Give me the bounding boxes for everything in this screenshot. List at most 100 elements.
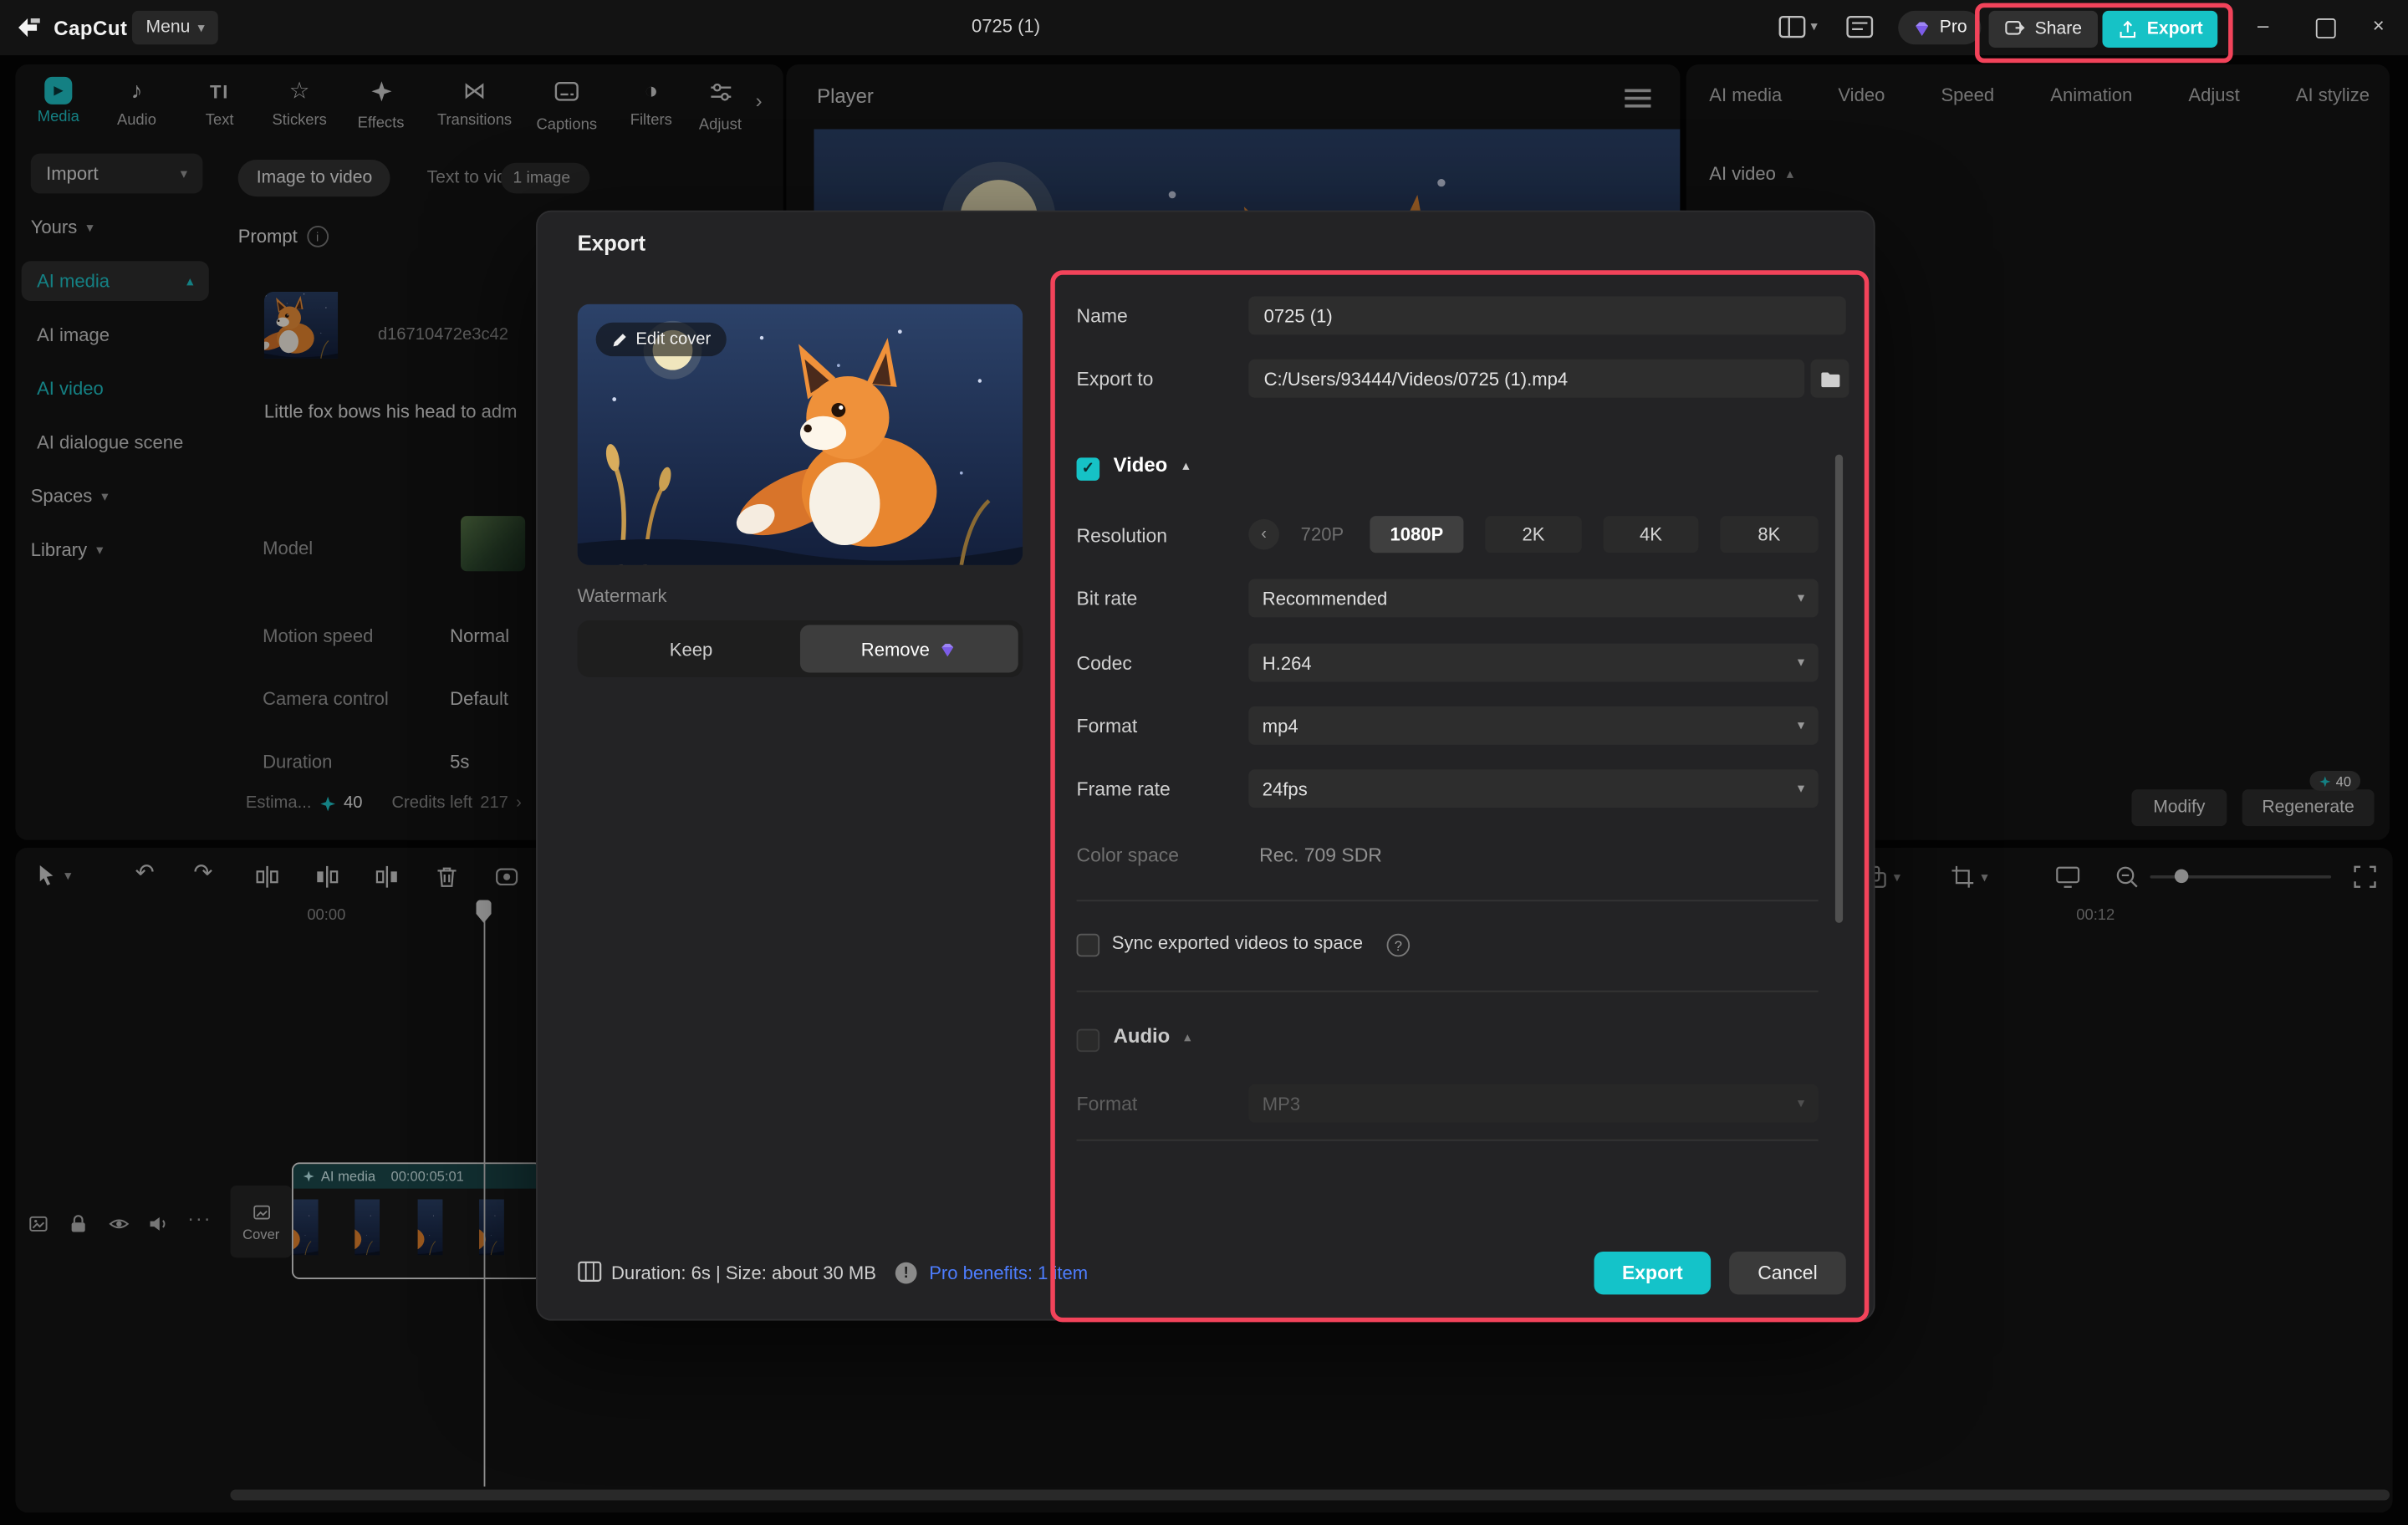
export-button-topbar[interactable]: Export bbox=[2102, 10, 2219, 48]
framerate-dropdown[interactable]: 24fps ▾ bbox=[1248, 769, 1819, 808]
duration-value[interactable]: 5s bbox=[450, 751, 469, 773]
pro-benefits-link[interactable]: Pro benefits: 1 item bbox=[929, 1252, 1088, 1294]
tab-speed[interactable]: Speed bbox=[1941, 84, 1994, 106]
codec-dropdown[interactable]: H.264 ▾ bbox=[1248, 643, 1819, 682]
chevron-up-icon: ▴ bbox=[1786, 165, 1794, 181]
watermark-keep-button[interactable]: Keep bbox=[582, 625, 800, 673]
select-tool-button[interactable]: ▾ bbox=[33, 863, 71, 887]
sidebar-item-ai-dialogue-scene[interactable]: AI dialogue scene bbox=[37, 431, 183, 453]
trim-left-button[interactable] bbox=[315, 865, 339, 889]
prompt-label: Prompt bbox=[237, 225, 298, 247]
tab-image-to-video[interactable]: Image to video bbox=[237, 160, 391, 197]
sidebar-item-ai-image[interactable]: AI image bbox=[37, 324, 110, 346]
media-icon: ▸ bbox=[44, 76, 73, 105]
ribbon-tab-effects[interactable]: Effects bbox=[341, 77, 421, 132]
ribbon-tab-captions[interactable]: Captions bbox=[527, 77, 607, 134]
player-menu-button[interactable] bbox=[1625, 89, 1651, 93]
browse-folder-button[interactable] bbox=[1810, 359, 1849, 398]
sidebar-item-spaces[interactable]: Spaces ▾ bbox=[31, 485, 109, 507]
split-button[interactable] bbox=[255, 865, 279, 889]
prompt-thumbnail[interactable] bbox=[264, 292, 363, 378]
ribbon-tab-text[interactable]: TI Text bbox=[180, 77, 260, 129]
bitrate-dropdown[interactable]: Recommended ▾ bbox=[1248, 579, 1819, 618]
track-visibility-toggle[interactable] bbox=[108, 1213, 131, 1235]
resolution-2k-button[interactable]: 2K bbox=[1485, 516, 1582, 553]
tab-animation[interactable]: Animation bbox=[2050, 84, 2132, 106]
name-input[interactable] bbox=[1248, 296, 1846, 335]
timeline-clip-ai-media[interactable]: AI media 00:00:05:01 bbox=[291, 1162, 543, 1279]
minimize-button[interactable]: – bbox=[2258, 14, 2268, 38]
regenerate-button[interactable]: Regenerate bbox=[2242, 789, 2375, 827]
timeline-scrollbar-thumb[interactable] bbox=[230, 1489, 2390, 1501]
help-icon[interactable]: ? bbox=[1386, 933, 1411, 957]
export-path-input[interactable] bbox=[1248, 359, 1805, 398]
cover-button[interactable]: Cover bbox=[230, 1185, 292, 1258]
preview-axis-button[interactable] bbox=[2055, 865, 2081, 889]
sidebar-item-ai-media[interactable]: AI media ▴ bbox=[21, 261, 209, 301]
sidebar-item-yours[interactable]: Yours ▾ bbox=[31, 217, 94, 238]
ribbon-tab-adjust[interactable]: Adjust bbox=[691, 77, 750, 134]
credits-more-chevron[interactable]: › bbox=[516, 794, 522, 813]
zoom-slider-knob[interactable] bbox=[2174, 869, 2189, 884]
resolution-scroll-left-button[interactable]: ‹ bbox=[1248, 518, 1279, 550]
video-checkbox[interactable]: ✓ bbox=[1076, 457, 1100, 481]
crop-tool-button[interactable]: ▾ bbox=[1951, 865, 1988, 889]
resolution-720p-button[interactable]: 720P bbox=[1288, 516, 1356, 553]
redo-button[interactable]: ↷ bbox=[193, 860, 212, 885]
ribbon-scroll-right-button[interactable]: › bbox=[756, 89, 763, 113]
trim-right-button[interactable] bbox=[375, 865, 399, 889]
sidebar-item-ai-video[interactable]: AI video bbox=[37, 378, 104, 400]
audio-format-dropdown[interactable]: MP3 ▾ bbox=[1248, 1084, 1819, 1123]
dialog-scrollbar[interactable] bbox=[1834, 454, 1844, 923]
cancel-button[interactable]: Cancel bbox=[1729, 1251, 1846, 1295]
folder-icon bbox=[1820, 371, 1839, 387]
timeline-scrollbar[interactable] bbox=[230, 1489, 2390, 1501]
chevron-up-icon[interactable]: ▴ bbox=[1184, 1030, 1191, 1044]
image-count-pill[interactable]: 1 image bbox=[500, 162, 590, 194]
ribbon-tab-filters[interactable]: ◑ Filters bbox=[611, 77, 691, 130]
sidebar-item-library[interactable]: Library ▾ bbox=[31, 539, 104, 561]
tab-ai-media[interactable]: AI media bbox=[1709, 84, 1782, 106]
tab-adjust[interactable]: Adjust bbox=[2188, 84, 2239, 106]
chevron-up-icon[interactable]: ▴ bbox=[1182, 458, 1189, 473]
export-confirm-button[interactable]: Export bbox=[1594, 1251, 1712, 1295]
ribbon-tab-transitions[interactable]: ⋈ Transitions bbox=[427, 77, 523, 130]
zoom-out-button[interactable] bbox=[2115, 865, 2139, 889]
maximize-button[interactable] bbox=[2315, 18, 2336, 38]
delete-button[interactable] bbox=[435, 865, 459, 889]
audio-checkbox[interactable] bbox=[1076, 1028, 1100, 1053]
camera-control-value[interactable]: Default bbox=[450, 688, 508, 710]
modify-button[interactable]: Modify bbox=[2131, 789, 2227, 827]
mask-button[interactable] bbox=[494, 865, 518, 889]
ai-video-section-header[interactable]: AI video ▴ bbox=[1709, 163, 1793, 185]
share-button[interactable]: Share bbox=[1988, 10, 2098, 48]
estimate-label: Estima... bbox=[245, 793, 312, 813]
tab-video[interactable]: Video bbox=[1838, 84, 1885, 106]
resolution-1080p-button[interactable]: 1080P bbox=[1370, 516, 1464, 553]
undo-button[interactable]: ↶ bbox=[135, 860, 155, 885]
model-thumbnail[interactable] bbox=[461, 516, 526, 572]
import-button[interactable]: Import ▾ bbox=[30, 153, 203, 194]
motion-speed-value[interactable]: Normal bbox=[450, 625, 509, 647]
resolution-4k-button[interactable]: 4K bbox=[1603, 516, 1699, 553]
ribbon-tab-media[interactable]: ▸ Media bbox=[18, 76, 99, 126]
tab-ai-stylize[interactable]: AI stylize bbox=[2296, 84, 2370, 106]
format-dropdown[interactable]: mp4 ▾ bbox=[1248, 706, 1819, 745]
pro-badge[interactable]: Pro bbox=[1898, 10, 1982, 45]
fit-timeline-button[interactable] bbox=[2353, 865, 2377, 889]
ribbon-tab-audio[interactable]: ♪ Audio bbox=[97, 77, 177, 130]
sync-checkbox[interactable] bbox=[1076, 933, 1100, 957]
notes-button[interactable] bbox=[1846, 15, 1874, 38]
track-lock-toggle[interactable] bbox=[68, 1213, 89, 1235]
clip-header: AI media 00:00:05:01 bbox=[293, 1164, 541, 1189]
track-more-button[interactable]: ··· bbox=[187, 1207, 212, 1231]
watermark-remove-button[interactable]: Remove bbox=[799, 625, 1018, 673]
track-cover-toggle[interactable] bbox=[28, 1213, 49, 1235]
edit-cover-button[interactable]: Edit cover bbox=[595, 322, 727, 357]
resolution-8k-button[interactable]: 8K bbox=[1720, 516, 1819, 553]
ribbon-tab-stickers[interactable]: ☆ Stickers bbox=[259, 77, 339, 130]
track-mute-toggle[interactable] bbox=[147, 1213, 169, 1235]
layout-toggle-button[interactable]: ▾ bbox=[1778, 15, 1818, 38]
close-button[interactable]: × bbox=[2373, 14, 2385, 38]
menu-button[interactable]: Menu ▾ bbox=[131, 10, 219, 45]
